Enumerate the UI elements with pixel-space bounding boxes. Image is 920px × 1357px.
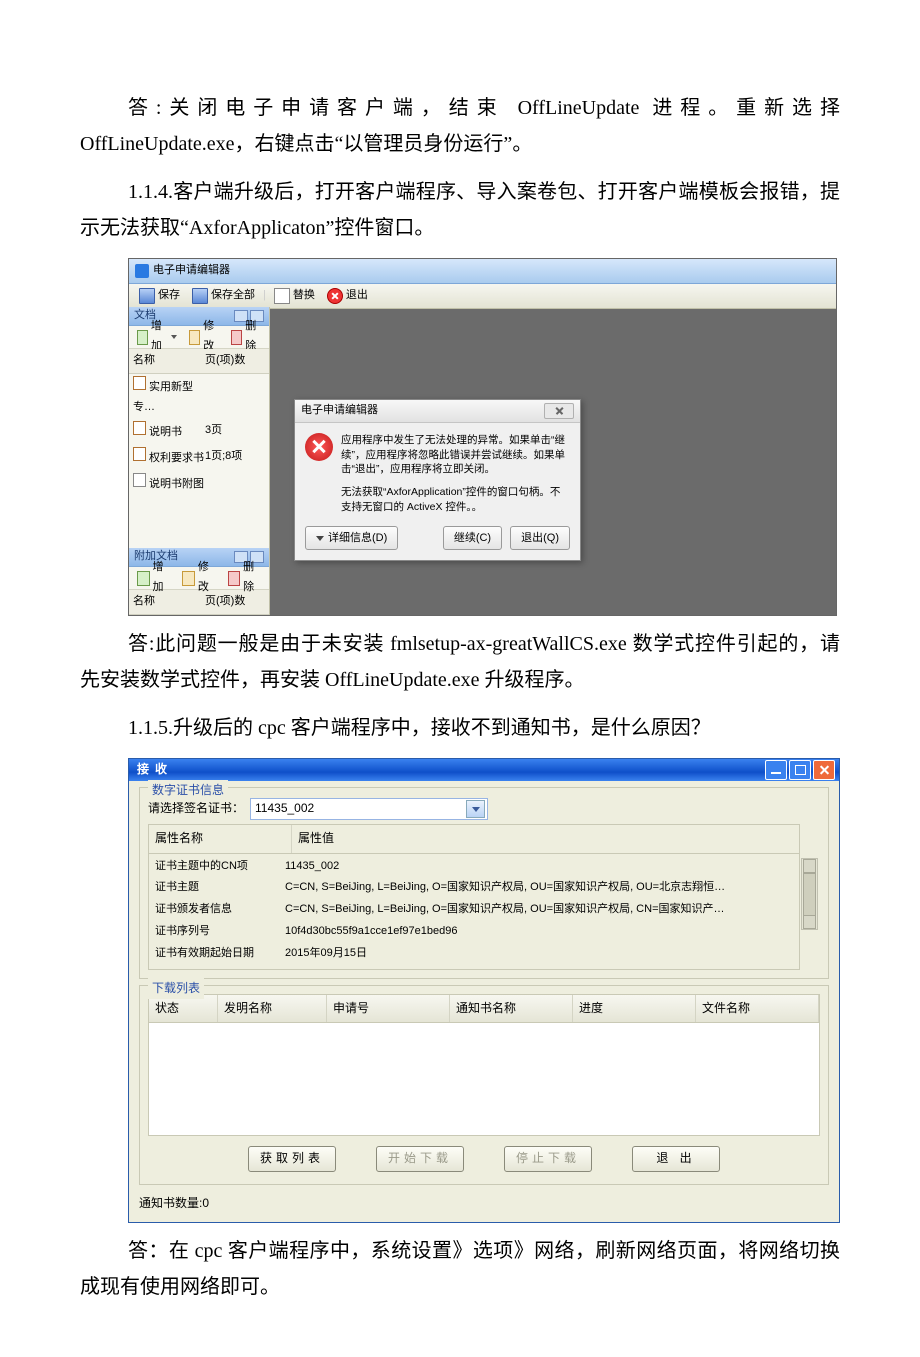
table-row: 证书颁发者信息C=CN, S=BeiJing, L=BeiJing, O=国家知… (155, 899, 793, 921)
chevron-down-icon[interactable] (466, 800, 485, 818)
combo-value: 11435_002 (255, 798, 314, 820)
table-row: 证书序列号10f4d30bc55f9a1cce1ef97e1bed96 (155, 921, 793, 943)
document-panel: 文档 增加 修改 删除 名称 页(项)数 实用新型专… 说明书3页 权利要求书1… (129, 307, 270, 615)
col-pages-header: 页(项)数 (205, 592, 265, 612)
download-list: 状态 发明名称 申请号 通知书名称 进度 文件名称 (148, 994, 820, 1136)
replace-button[interactable]: 替换 (270, 285, 319, 307)
scroll-thumb[interactable] (803, 873, 816, 917)
save-button[interactable]: 保存 (135, 285, 184, 307)
table-row: 证书主题C=CN, S=BeiJing, L=BeiJing, O=国家知识产权… (155, 877, 793, 899)
quit-button[interactable]: 退出(Q) (510, 526, 570, 550)
download-group-title: 下载列表 (148, 978, 204, 1000)
list-item[interactable]: 说明书3页 (129, 419, 269, 445)
col-appno: 申请号 (327, 995, 450, 1023)
list-item[interactable]: 实用新型专… (129, 374, 269, 420)
col-name-header: 名称 (133, 592, 205, 612)
col-filename: 文件名称 (696, 995, 819, 1023)
delete-icon (231, 330, 242, 345)
paragraph-answer-2: 答:此问题一般是由于未安装 fmlsetup-ax-greatWallCS.ex… (80, 626, 840, 698)
scrollbar[interactable] (801, 858, 818, 930)
minimize-button[interactable] (765, 760, 787, 780)
paragraph-answer-1: 答:关闭电子申请客户端，结束 OffLineUpdate 进程。重新选择 Off… (80, 90, 840, 162)
col-progress: 进度 (573, 995, 696, 1023)
list-item[interactable]: 权利要求书1页;8项 (129, 445, 269, 471)
cert-attributes: 证书主题中的CN项11435_002 证书主题C=CN, S=BeiJing, … (148, 853, 800, 970)
attr-name-header: 属性名称 (149, 825, 292, 853)
chevron-down-icon (171, 335, 177, 339)
replace-icon (274, 288, 290, 304)
document-list: 实用新型专… 说明书3页 权利要求书1页;8项 说明书附图 (129, 374, 269, 548)
fetch-list-button[interactable]: 获取列表 (248, 1146, 336, 1172)
maximize-button[interactable] (789, 760, 811, 780)
scroll-down-icon[interactable] (803, 915, 816, 929)
cert-info-group: 数字证书信息 请选择签名证书： 11435_002 属性名称 属性值 证书主题中… (139, 787, 829, 979)
save-all-icon (192, 288, 208, 304)
document-icon (133, 376, 146, 390)
document-icon (133, 447, 146, 461)
editor-toolbar: 保存 保存全部 | 替换 退出 (129, 284, 836, 309)
receive-titlebar: 接收 (129, 759, 839, 781)
col-notice: 通知书名称 (450, 995, 573, 1023)
document-icon (133, 421, 146, 435)
error-message-2: 无法获取“AxforApplication”控件的窗口句柄。不支持无窗口的 Ac… (341, 485, 570, 514)
paragraph-answer-3: 答：在 cpc 客户端程序中，系统设置》选项》网络，刷新网络页面，将网络切换成现… (80, 1233, 840, 1305)
app-icon (135, 264, 149, 278)
list-item[interactable]: 说明书附图 (129, 471, 269, 497)
editor-title: 电子申请编辑器 (153, 261, 230, 281)
add-icon (137, 330, 148, 345)
edit-icon (182, 571, 195, 586)
paragraph-question-114: 1.1.4.客户端升级后，打开客户端程序、导入案卷包、打开客户端模板会报错，提示… (80, 174, 840, 246)
col-pages-header: 页(项)数 (205, 351, 265, 371)
attr-value-header: 属性值 (292, 825, 799, 853)
status-count: 通知书数量:0 (139, 1191, 829, 1217)
save-icon (139, 288, 155, 304)
start-download-button[interactable]: 开始下载 (376, 1146, 464, 1172)
table-row: 证书主题中的CN项11435_002 (155, 856, 793, 878)
error-message-1: 应用程序中发生了无法处理的异常。如果单击“继续”，应用程序将忽略此错误并尝试继续… (341, 433, 570, 477)
cert-select-combo[interactable]: 11435_002 (250, 798, 488, 820)
dialog-title: 电子申请编辑器 (301, 401, 378, 421)
exit-icon (327, 288, 343, 304)
edit-icon (189, 330, 200, 345)
receive-title: 接收 (137, 759, 173, 781)
details-button[interactable]: 详细信息(D) (305, 526, 398, 550)
dialog-close-button[interactable] (544, 403, 574, 419)
exit-button[interactable]: 退出 (323, 285, 372, 307)
close-button[interactable] (813, 760, 835, 780)
scroll-up-icon[interactable] (803, 859, 816, 873)
chevron-down-icon (316, 536, 324, 541)
save-all-button[interactable]: 保存全部 (188, 285, 259, 307)
download-list-group: 下载列表 状态 发明名称 申请号 通知书名称 进度 文件名称 获取列表 开始下载… (139, 985, 829, 1185)
continue-button[interactable]: 继续(C) (443, 526, 502, 550)
add-icon (137, 571, 150, 586)
error-dialog: 电子申请编辑器 应用程序中发生了无法处理的异常。如果单击“继续”，应用程序将忽略… (294, 399, 581, 561)
cert-group-title: 数字证书信息 (148, 780, 228, 802)
toolbar-divider: | (263, 286, 266, 306)
col-name-header: 名称 (133, 351, 205, 371)
error-icon (305, 433, 333, 461)
paragraph-question-115: 1.1.5.升级后的 cpc 客户端程序中，接收不到通知书，是什么原因？ (80, 710, 840, 746)
editor-titlebar: 电子申请编辑器 (129, 259, 836, 284)
table-row: 证书有效期起始日期2015年09月15日 (155, 943, 793, 965)
stop-download-button[interactable]: 停止下载 (504, 1146, 592, 1172)
screenshot-receive-dialog: 接收 数字证书信息 请选择签名证书： 11435_002 (128, 758, 840, 1223)
delete-icon (228, 571, 241, 586)
screenshot-editor-error: 电子申请编辑器 保存 保存全部 | 替换 退出 文档 增加 修改 删除 名称 页… (128, 258, 837, 616)
col-invention: 发明名称 (218, 995, 327, 1023)
document-icon (133, 473, 146, 487)
exit-button[interactable]: 退 出 (632, 1146, 720, 1172)
